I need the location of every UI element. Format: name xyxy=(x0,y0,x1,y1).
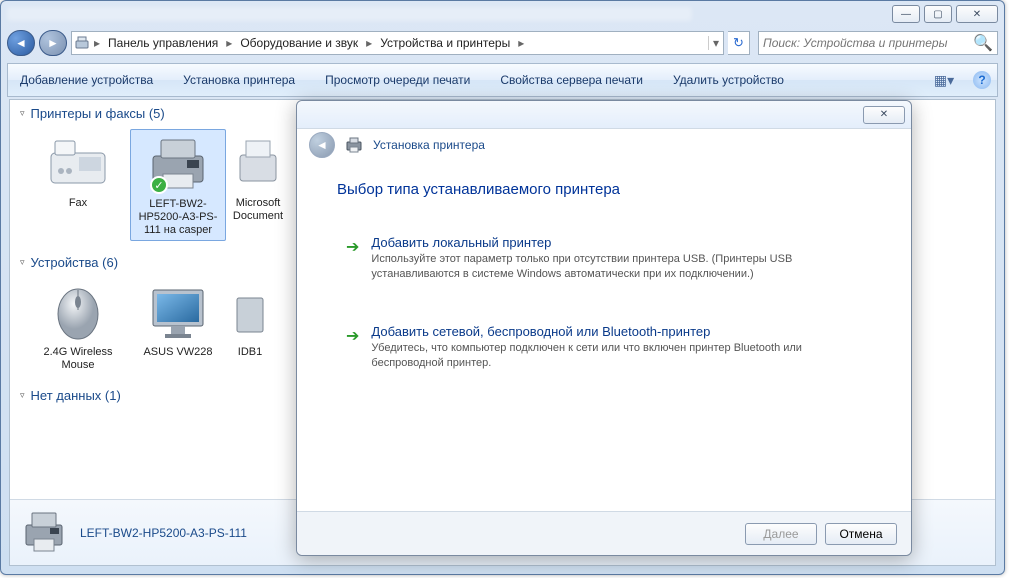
printer-icon: ✓ xyxy=(142,132,214,196)
option-desc: Используйте этот параметр только при отс… xyxy=(371,252,862,282)
option-desc: Убедитесь, что компьютер подключен к сет… xyxy=(371,341,862,371)
chevron-icon: ▸ xyxy=(516,36,526,50)
dialog-body: Выбор типа устанавливаемого принтера ➔ Д… xyxy=(297,161,911,511)
cancel-button[interactable]: Отмена xyxy=(825,523,897,545)
collapse-icon: ▿ xyxy=(20,257,25,268)
printer-icon xyxy=(238,131,278,195)
devices-icon xyxy=(72,33,92,53)
device-mouse[interactable]: 2.4G Wireless Mouse xyxy=(30,278,126,374)
remove-device-button[interactable]: Удалить устройство xyxy=(667,69,790,91)
dialog-footer: Далее Отмена xyxy=(297,511,911,555)
option-title: Добавить сетевой, беспроводной или Bluet… xyxy=(371,324,862,339)
navbar: ◄ ► ▸ Панель управления ▸ Оборудование и… xyxy=(7,27,998,59)
device-label: LEFT-BW2-HP5200-A3-PS-111 на casper xyxy=(133,198,223,238)
history-dropdown[interactable]: ▾ xyxy=(708,36,723,50)
add-printer-button[interactable]: Установка принтера xyxy=(177,69,301,91)
search-input[interactable] xyxy=(763,36,973,50)
dialog-close-button[interactable]: ✕ xyxy=(863,106,905,124)
device-label: Microsoft Document xyxy=(232,197,284,223)
chevron-icon: ▸ xyxy=(92,36,102,50)
help-button[interactable]: ? xyxy=(973,71,991,89)
view-mode-button[interactable]: ▦▾ xyxy=(933,69,955,91)
device-printer-partial[interactable]: Microsoft Document xyxy=(230,129,286,241)
arrow-right-icon: ➔ xyxy=(346,237,359,282)
window-controls: — ▢ ✕ xyxy=(892,5,998,23)
dialog-header-text: Установка принтера xyxy=(373,138,485,152)
minimize-button[interactable]: — xyxy=(892,5,920,23)
maximize-button[interactable]: ▢ xyxy=(924,5,952,23)
dialog-title: Выбор типа устанавливаемого принтера xyxy=(337,181,871,198)
next-button[interactable]: Далее xyxy=(745,523,817,545)
option-local-printer[interactable]: ➔ Добавить локальный принтер Используйте… xyxy=(337,224,871,293)
device-printer-selected[interactable]: ✓ LEFT-BW2-HP5200-A3-PS-111 на casper xyxy=(130,129,226,241)
search-icon: 🔍 xyxy=(973,33,993,53)
option-title: Добавить локальный принтер xyxy=(371,235,862,250)
view-queue-button[interactable]: Просмотр очереди печати xyxy=(319,69,476,91)
dialog-header: ◄ Установка принтера xyxy=(297,129,911,161)
hdd-icon xyxy=(235,280,265,344)
close-button[interactable]: ✕ xyxy=(956,5,998,23)
chevron-icon: ▸ xyxy=(364,36,374,50)
device-monitor[interactable]: ASUS VW228 xyxy=(130,278,226,374)
device-partial[interactable]: IDB1 xyxy=(230,278,270,374)
printer-icon xyxy=(20,509,68,557)
titlebar: — ▢ ✕ xyxy=(1,1,1004,27)
option-text: Добавить локальный принтер Используйте э… xyxy=(371,235,862,282)
collapse-icon: ▿ xyxy=(20,108,25,119)
breadcrumb-devices[interactable]: Устройства и принтеры xyxy=(374,32,516,54)
monitor-icon xyxy=(142,280,214,344)
add-printer-dialog: ✕ ◄ Установка принтера Выбор типа устана… xyxy=(296,100,912,556)
device-label: 2.4G Wireless Mouse xyxy=(32,346,124,372)
group-nodata-title: Нет данных (1) xyxy=(31,388,121,403)
server-props-button[interactable]: Свойства сервера печати xyxy=(494,69,649,91)
device-label: ASUS VW228 xyxy=(143,346,212,359)
add-device-button[interactable]: Добавление устройства xyxy=(14,69,159,91)
device-fax[interactable]: Fax xyxy=(30,129,126,241)
arrow-right-icon: ➔ xyxy=(346,326,359,371)
forward-button[interactable]: ► xyxy=(39,30,67,56)
device-label: Fax xyxy=(69,197,87,210)
refresh-button[interactable]: ↻ xyxy=(728,31,750,55)
fax-icon xyxy=(42,131,114,195)
toolbar: Добавление устройства Установка принтера… xyxy=(7,63,998,97)
collapse-icon: ▿ xyxy=(20,390,25,401)
dialog-titlebar: ✕ xyxy=(297,101,911,129)
breadcrumb-control-panel[interactable]: Панель управления xyxy=(102,32,224,54)
option-text: Добавить сетевой, беспроводной или Bluet… xyxy=(371,324,862,371)
details-title: LEFT-BW2-HP5200-A3-PS-111 xyxy=(80,526,247,540)
title-blur xyxy=(7,7,692,21)
default-check-icon: ✓ xyxy=(150,176,168,194)
option-network-printer[interactable]: ➔ Добавить сетевой, беспроводной или Blu… xyxy=(337,313,871,382)
back-button[interactable]: ◄ xyxy=(7,30,35,56)
chevron-icon: ▸ xyxy=(224,36,234,50)
search-box[interactable]: 🔍 xyxy=(758,31,998,55)
breadcrumb-hardware[interactable]: Оборудование и звук xyxy=(234,32,364,54)
group-devices-title: Устройства (6) xyxy=(31,255,119,270)
group-printers-title: Принтеры и факсы (5) xyxy=(31,106,165,121)
breadcrumb[interactable]: ▸ Панель управления ▸ Оборудование и зву… xyxy=(71,31,724,55)
mouse-icon xyxy=(42,280,114,344)
printer-icon xyxy=(345,137,363,153)
dialog-back-button[interactable]: ◄ xyxy=(309,132,335,158)
device-label: IDB1 xyxy=(238,346,262,359)
